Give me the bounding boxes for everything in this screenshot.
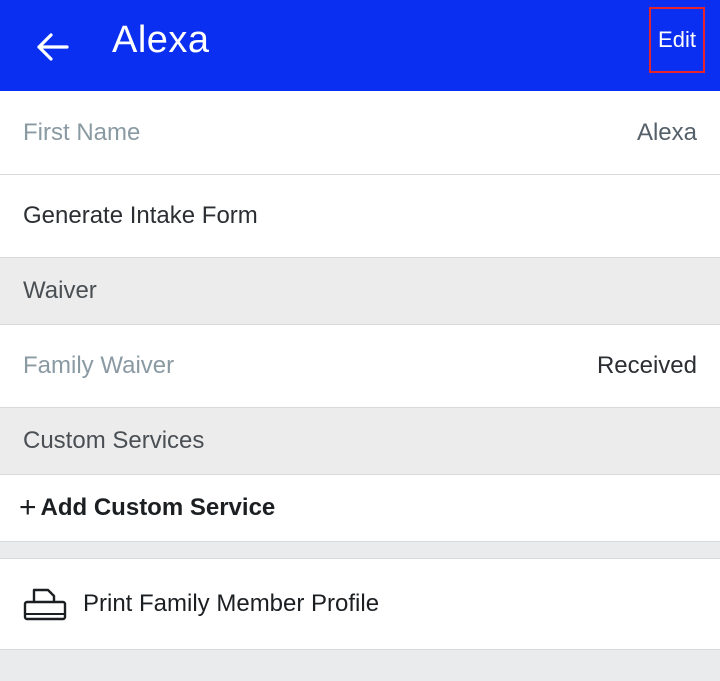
- page-title: Alexa: [112, 19, 210, 61]
- printer-icon: [23, 588, 67, 621]
- first-name-value: Alexa: [636, 118, 697, 146]
- family-waiver-label: Family Waiver: [23, 352, 175, 379]
- custom-services-section-header: Custom Services: [0, 408, 720, 475]
- print-profile-label: Print Family Member Profile: [83, 590, 380, 617]
- footer-area: [0, 650, 720, 681]
- print-profile-button[interactable]: Print Family Member Profile: [0, 559, 720, 650]
- generate-intake-form-row[interactable]: Generate Intake Form: [0, 175, 720, 258]
- first-name-row: First Name Alexa: [0, 91, 720, 175]
- add-custom-service-label: Add Custom Service: [40, 494, 276, 521]
- add-custom-service-button[interactable]: + Add Custom Service: [0, 475, 720, 542]
- family-waiver-status: Received: [596, 352, 697, 379]
- generate-intake-form-label: Generate Intake Form: [23, 202, 258, 229]
- back-button[interactable]: [30, 27, 74, 67]
- first-name-label: First Name: [23, 118, 141, 146]
- waiver-section-header: Waiver: [0, 258, 720, 325]
- edit-button[interactable]: Edit: [649, 7, 705, 73]
- family-waiver-row[interactable]: Family Waiver Received: [0, 325, 720, 408]
- section-divider: [0, 542, 720, 559]
- plus-icon: +: [19, 491, 37, 524]
- custom-services-section-title: Custom Services: [23, 427, 205, 454]
- add-custom-service: + Add Custom Service: [19, 491, 276, 524]
- app-bar: Alexa Edit: [0, 0, 720, 91]
- waiver-section-title: Waiver: [23, 277, 97, 304]
- arrow-left-icon: [37, 33, 69, 61]
